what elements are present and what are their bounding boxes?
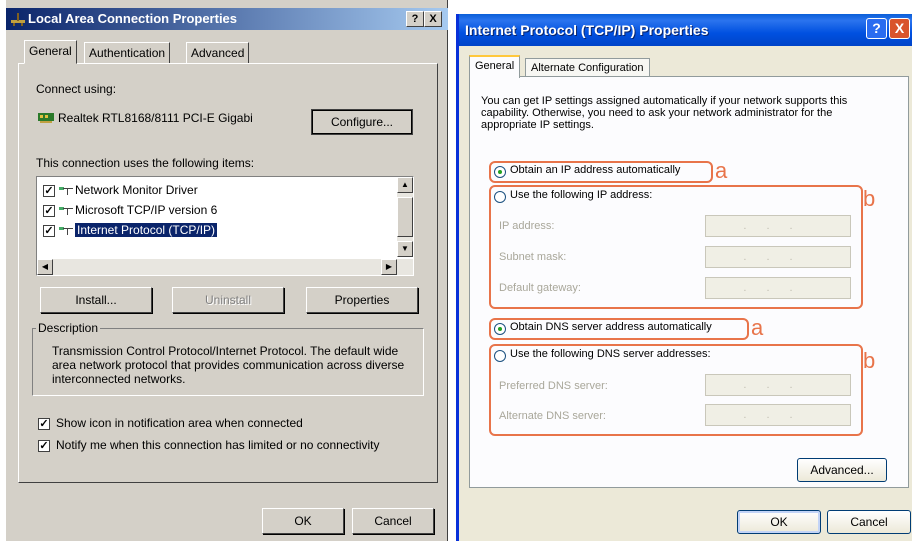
item-checkbox[interactable]: ✓: [43, 184, 55, 197]
obtain-ip-auto-label: Obtain an IP address automatically: [510, 164, 681, 176]
tab-authentication[interactable]: Authentication: [84, 42, 171, 64]
cancel-button[interactable]: Cancel: [352, 508, 434, 534]
title-bar: Local Area Connection Properties ? X: [6, 8, 448, 30]
ip-address-label: IP address:: [499, 220, 555, 232]
use-following-ip-radio[interactable]: [494, 191, 506, 203]
help-button[interactable]: ?: [406, 11, 424, 27]
vertical-scrollbar[interactable]: ▲ ▼: [397, 177, 413, 257]
items-list: ✓ Network Monitor Driver ✓ Microsoft TCP/I…: [36, 176, 414, 276]
ok-button[interactable]: OK: [262, 508, 344, 534]
item-checkbox[interactable]: ✓: [43, 204, 55, 217]
annotation-a: a: [715, 158, 728, 183]
advanced-button[interactable]: Advanced...: [797, 458, 887, 482]
horizontal-scrollbar[interactable]: ◀ ▶: [37, 259, 413, 275]
adapter-box: Realtek RTL8168/8111 PCI-E Gigabi: [36, 104, 310, 134]
subnet-mask-label: Subnet mask:: [499, 251, 567, 263]
network-component-icon: [59, 206, 73, 215]
scroll-up-arrow-icon[interactable]: ▲: [397, 177, 413, 193]
tab-advanced[interactable]: Advanced: [186, 42, 250, 64]
default-gateway-label: Default gateway:: [499, 282, 581, 294]
configure-button[interactable]: Configure...: [311, 109, 413, 135]
ok-button[interactable]: OK: [737, 510, 821, 534]
subnet-mask-field[interactable]: ...: [705, 246, 851, 268]
tcpip-properties-dialog: Internet Protocol (TCP/IP) Properties ? …: [456, 14, 912, 541]
show-icon-checkbox[interactable]: ✓: [38, 418, 50, 430]
preferred-dns-label: Preferred DNS server:: [499, 380, 608, 392]
network-connection-icon: [11, 13, 25, 26]
alternate-dns-label: Alternate DNS server:: [499, 410, 606, 422]
connect-using-label: Connect using:: [36, 82, 117, 96]
default-gateway-field[interactable]: ...: [705, 277, 851, 299]
network-adapter-icon: [38, 113, 54, 123]
cancel-button[interactable]: Cancel: [827, 510, 911, 534]
notify-label: Notify me when this connection has limit…: [56, 438, 380, 452]
scroll-left-arrow-icon[interactable]: ◀: [37, 259, 53, 275]
network-component-icon: [59, 226, 73, 235]
alternate-dns-field[interactable]: ...: [705, 404, 851, 426]
description-text: Transmission Control Protocol/Internet P…: [52, 344, 405, 386]
items-label: This connection uses the following items…: [36, 156, 255, 170]
list-item[interactable]: ✓ Network Monitor Driver: [43, 181, 198, 199]
local-area-connection-dialog: Local Area Connection Properties ? X Gen…: [6, 0, 448, 541]
tab-general[interactable]: General: [24, 40, 77, 64]
use-following-dns-radio[interactable]: [494, 350, 506, 362]
preferred-dns-field[interactable]: ...: [705, 374, 851, 396]
item-label: Internet Protocol (TCP/IP): [73, 222, 219, 238]
annotation-b: b: [863, 186, 876, 211]
item-checkbox[interactable]: ✓: [43, 224, 55, 237]
list-item[interactable]: ✓ Microsoft TCP/IP version 6: [43, 201, 217, 219]
obtain-ip-auto-radio[interactable]: [494, 166, 506, 178]
close-button[interactable]: X: [889, 18, 910, 39]
properties-button[interactable]: Properties: [306, 287, 418, 313]
item-label: Microsoft TCP/IP version 6: [75, 203, 218, 217]
help-button[interactable]: ?: [866, 18, 887, 39]
network-component-icon: [59, 186, 73, 195]
title-bar: Internet Protocol (TCP/IP) Properties ? …: [459, 14, 912, 46]
annotation-a: a: [751, 315, 764, 340]
obtain-dns-auto-radio[interactable]: [494, 323, 506, 335]
uninstall-button[interactable]: Uninstall: [172, 287, 284, 313]
annotation-b: b: [863, 348, 876, 373]
ip-address-field[interactable]: ...: [705, 215, 851, 237]
list-item-selected[interactable]: ✓ Internet Protocol (TCP/IP): [43, 221, 219, 239]
obtain-dns-auto-label: Obtain DNS server address automatically: [510, 321, 712, 333]
window-title: Internet Protocol (TCP/IP) Properties: [465, 22, 709, 38]
use-following-ip-label: Use the following IP address:: [510, 189, 653, 201]
show-icon-label: Show icon in notification area when conn…: [56, 416, 303, 430]
notify-checkbox[interactable]: ✓: [38, 440, 50, 452]
scroll-down-arrow-icon[interactable]: ▼: [397, 241, 413, 257]
install-button[interactable]: Install...: [40, 287, 152, 313]
description-label: Description: [36, 321, 101, 335]
use-following-dns-label: Use the following DNS server addresses:: [510, 348, 711, 360]
scroll-thumb[interactable]: [397, 197, 413, 237]
item-label: Network Monitor Driver: [75, 183, 198, 197]
intro-text: You can get IP settings assigned automat…: [481, 95, 848, 131]
tab-general[interactable]: General: [469, 55, 521, 78]
close-button[interactable]: X: [424, 11, 442, 27]
adapter-name: Realtek RTL8168/8111 PCI-E Gigabi: [58, 111, 253, 125]
scroll-right-arrow-icon[interactable]: ▶: [381, 259, 397, 275]
window-title: Local Area Connection Properties: [28, 11, 238, 26]
